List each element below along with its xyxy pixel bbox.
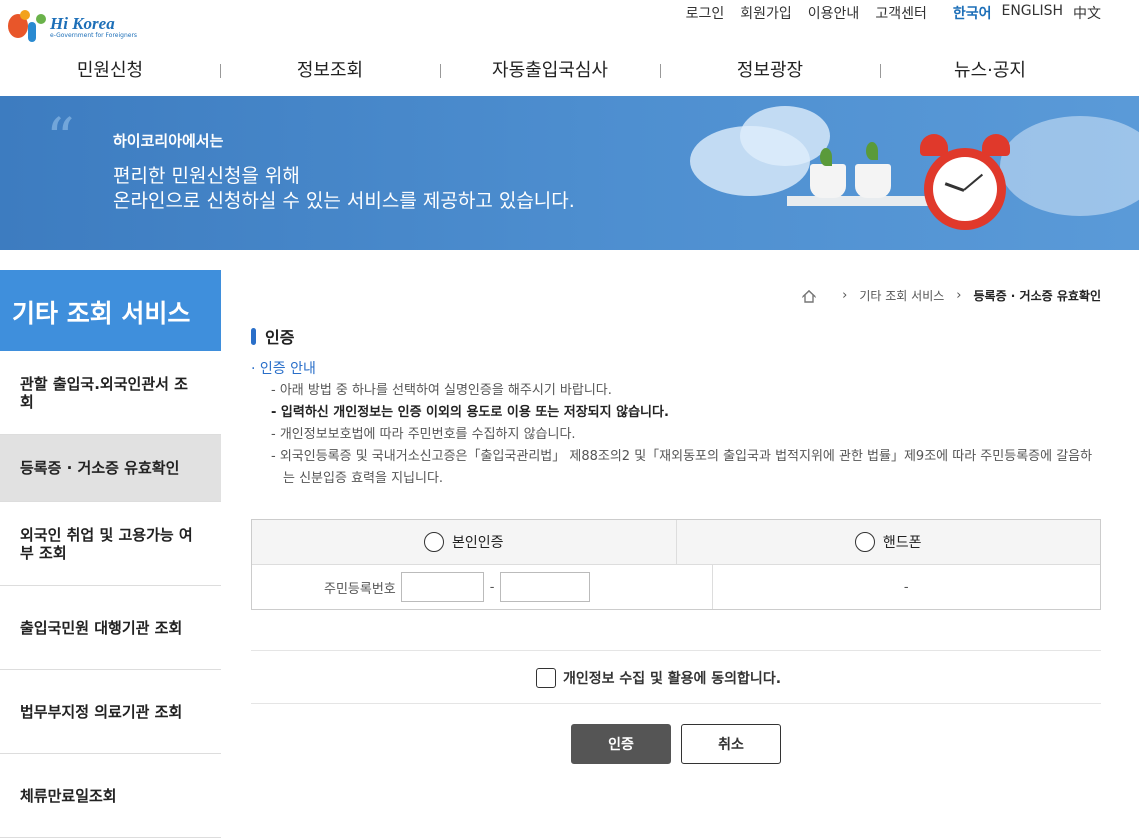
- auth-guide: · 인증 안내 - 아래 방법 중 하나를 선택하여 실명인증을 해주시기 바랍…: [251, 358, 1101, 490]
- leaf-icon: [866, 142, 878, 160]
- signup-link[interactable]: 회원가입: [740, 3, 792, 23]
- gnb-divider: [880, 64, 881, 78]
- radio-identity[interactable]: [423, 532, 444, 552]
- breadcrumb-current: 등록증 · 거소증 유효확인: [973, 289, 1102, 303]
- quote-icon: “: [46, 107, 75, 172]
- guide-item: - 입력하신 개인정보는 인증 이외의 용도로 이용 또는 저장되지 않습니다.: [251, 402, 1101, 424]
- gnb-news-notice[interactable]: 뉴스·공지: [880, 50, 1100, 96]
- section-title: 인증: [251, 324, 294, 348]
- login-link[interactable]: 로그인: [686, 3, 725, 23]
- customer-center-link[interactable]: 고객센터: [875, 3, 927, 23]
- guide-item: - 아래 방법 중 하나를 선택하여 실명인증을 해주시기 바랍니다.: [271, 383, 612, 398]
- logo-subtext: e-Government for Foreigners: [50, 32, 138, 39]
- home-icon[interactable]: [802, 289, 816, 303]
- guide-item: - 외국인등록증 및 국내거소신고증은「출입국관리법」 제88조의2 및「재외동…: [271, 449, 1093, 486]
- gnb-info-plaza[interactable]: 정보광장: [660, 50, 880, 96]
- sidebar-item-medical-institutions[interactable]: 법무부지정 의료기관 조회: [0, 670, 221, 754]
- banner-line: 온라인으로 신청하실 수 있는 서비스를 제공하고 있습니다.: [113, 190, 575, 212]
- banner-line: 편리한 민원신청을 위해: [113, 165, 300, 187]
- auth-method-table: 본인인증 핸드폰 주민등록번호 - -: [251, 519, 1101, 610]
- phone-cell: -: [711, 565, 1101, 609]
- cancel-button[interactable]: 취소: [681, 724, 781, 764]
- lang-korean[interactable]: 한국어: [953, 3, 992, 23]
- gnb-divider: [660, 64, 661, 78]
- guide-title-text: 인증 안내: [259, 361, 316, 377]
- sidebar-item-employment-check[interactable]: 외국인 취업 및 고용가능 여부 조회: [0, 502, 221, 586]
- gnb-divider: [220, 64, 221, 78]
- resident-number-dash: -: [489, 579, 495, 595]
- sidebar-item-card-validity[interactable]: 등록증 · 거소증 유효확인: [0, 435, 221, 502]
- consent-checkbox[interactable]: [536, 668, 556, 688]
- chevron-right-icon: ›: [842, 288, 848, 303]
- alarm-clock-icon: [924, 148, 1006, 230]
- gnb-divider: [440, 64, 441, 78]
- hero-banner: “ 하이코리아에서는 편리한 민원신청을 위해 온라인으로 신청하실 수 있는 …: [0, 96, 1139, 250]
- radio-phone[interactable]: [854, 532, 875, 552]
- sidebar-item-office-lookup[interactable]: 관할 출입국.외국인관서 조회: [0, 351, 221, 435]
- resident-number-front-input[interactable]: [400, 572, 484, 602]
- lang-english[interactable]: ENGLISH: [1001, 3, 1063, 23]
- chevron-right-icon: ›: [956, 288, 962, 303]
- guide-item-bold: - 입력하신 개인정보는 인증 이외의 용도로 이용 또는 저장되지 않습니다.: [271, 405, 669, 420]
- lang-chinese[interactable]: 中文: [1073, 3, 1101, 23]
- auth-option-label: 본인인증: [451, 535, 504, 551]
- banner-intro: 하이코리아에서는: [113, 132, 224, 150]
- banner-message: 편리한 민원신청을 위해 온라인으로 신청하실 수 있는 서비스를 제공하고 있…: [113, 164, 575, 214]
- resident-number-label: 주민등록번호: [324, 581, 396, 597]
- main-nav: 민원신청 정보조회 자동출입국심사 정보광장 뉴스·공지: [0, 50, 1139, 96]
- guide-item: - 개인정보보호법에 따라 주민번호를 수집하지 않습니다.: [271, 427, 576, 442]
- guide-link[interactable]: 이용안내: [808, 3, 860, 23]
- logo-text: Hi Korea: [50, 14, 115, 33]
- consent-row[interactable]: 개인정보 수집 및 활용에 동의합니다.: [536, 668, 781, 688]
- utility-links: 로그인 회원가입 이용안내 고객센터 한국어 ENGLISH 中文: [670, 3, 1101, 23]
- logo-icon: [8, 8, 48, 44]
- plant-pot-icon: [855, 164, 891, 198]
- breadcrumb-item[interactable]: 기타 조회 서비스: [859, 287, 944, 304]
- clock-bell-icon: [982, 134, 1010, 156]
- sidebar-title: 기타 조회 서비스: [0, 270, 221, 351]
- cloud-illustration: [1000, 116, 1139, 216]
- resident-number-back-input[interactable]: [500, 572, 591, 602]
- guide-title: · 인증 안내: [251, 361, 316, 377]
- sidebar-item-stay-expiry[interactable]: 체류만료일조회: [0, 754, 221, 838]
- auth-option-identity[interactable]: 본인인증: [252, 520, 676, 564]
- sidebar-item-agency-lookup[interactable]: 출입국민원 대행기관 조회: [0, 586, 221, 670]
- hikorea-logo[interactable]: Hi Korea e-Government for Foreigners: [8, 8, 137, 44]
- shelf-illustration: [787, 196, 937, 206]
- divider: [251, 703, 1101, 704]
- auth-option-phone[interactable]: 핸드폰: [675, 520, 1101, 564]
- auth-option-label: 핸드폰: [882, 535, 922, 551]
- breadcrumb: › 기타 조회 서비스 › 등록증 · 거소증 유효확인: [802, 287, 1101, 304]
- gnb-civil-application[interactable]: 민원신청: [0, 50, 220, 96]
- section-title-text: 인증: [265, 328, 295, 347]
- resident-number-cell: 주민등록번호 -: [252, 565, 712, 609]
- title-bar-icon: [251, 327, 256, 345]
- leaf-icon: [820, 148, 832, 166]
- header: Hi Korea e-Government for Foreigners 로그인…: [0, 0, 1139, 48]
- plant-pot-icon: [810, 164, 846, 198]
- sidebar: 기타 조회 서비스 관할 출입국.외국인관서 조회 등록증 · 거소증 유효확인…: [0, 270, 222, 838]
- consent-label: 개인정보 수집 및 활용에 동의합니다.: [563, 671, 782, 687]
- gnb-info-inquiry[interactable]: 정보조회: [220, 50, 440, 96]
- divider: [251, 650, 1101, 651]
- gnb-auto-immigration[interactable]: 자동출입국심사: [440, 50, 660, 96]
- confirm-button[interactable]: 인증: [571, 724, 671, 764]
- cloud-illustration: [740, 106, 830, 166]
